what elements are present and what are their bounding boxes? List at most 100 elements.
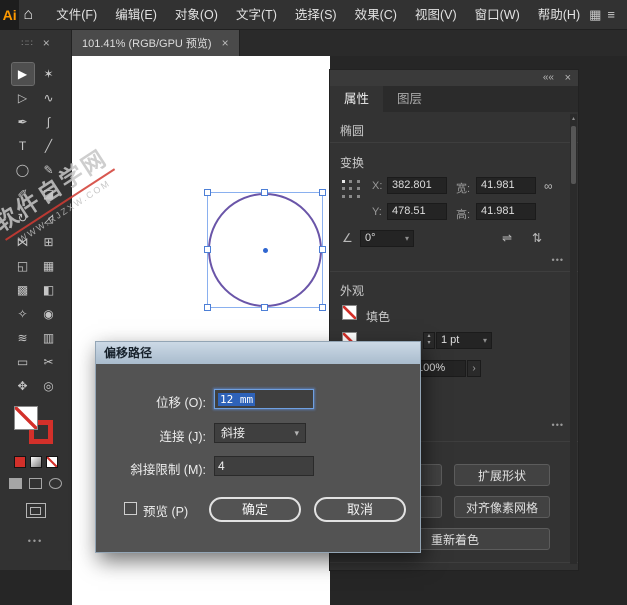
width-label: 宽: xyxy=(456,183,471,195)
offset-input[interactable]: 12 mm xyxy=(214,389,314,409)
selection-handle[interactable] xyxy=(204,246,211,253)
symbol-sprayer-tool[interactable]: ≋ xyxy=(12,327,34,349)
width-field[interactable]: 41.981 xyxy=(476,177,536,194)
lasso-tool[interactable]: ∿ xyxy=(38,87,60,109)
stroke-weight-stepper[interactable]: ▴ ▾ xyxy=(423,332,435,349)
collapse-panel-icon[interactable]: «« xyxy=(543,70,554,86)
gradient-tool[interactable]: ◧ xyxy=(38,279,60,301)
ellipse-tool[interactable]: ◯ xyxy=(12,159,34,181)
artboard-tool[interactable]: ▭ xyxy=(12,351,34,373)
draw-behind-icon[interactable] xyxy=(29,478,42,489)
tab-layers[interactable]: 图层 xyxy=(383,86,436,112)
draw-normal-icon[interactable] xyxy=(9,478,22,489)
eyedropper-tool[interactable]: ✧ xyxy=(12,303,34,325)
shape-builder-tool[interactable]: ◱ xyxy=(12,255,34,277)
dialog-title[interactable]: 偏移路径 xyxy=(96,342,420,364)
flip-horizontal-icon[interactable]: ⇌ xyxy=(502,231,512,245)
type-tool[interactable]: T xyxy=(12,135,34,157)
selection-tool[interactable]: ▶ xyxy=(10,62,35,86)
preview-checkbox[interactable] xyxy=(124,502,137,515)
selection-handle[interactable] xyxy=(204,304,211,311)
x-field[interactable]: 382.801 xyxy=(387,177,447,194)
transform-more-options-icon[interactable]: ••• xyxy=(552,255,564,265)
menu-effect[interactable]: 效果(C) xyxy=(346,0,406,30)
width-tool[interactable]: ⋈ xyxy=(12,231,34,253)
rotate-tool[interactable]: ↻ xyxy=(12,207,34,229)
blend-tool[interactable]: ◉ xyxy=(38,303,60,325)
eraser-tool[interactable]: ◪ xyxy=(38,183,60,205)
selection-handle[interactable] xyxy=(204,189,211,196)
menu-type[interactable]: 文字(T) xyxy=(227,0,286,30)
menu-file[interactable]: 文件(F) xyxy=(47,0,106,30)
tab-properties[interactable]: 属性 xyxy=(330,86,384,112)
none-button[interactable] xyxy=(45,456,58,468)
scale-tool[interactable]: ◿ xyxy=(38,207,60,229)
align-pixel-grid-button[interactable]: 对齐像素网格 xyxy=(454,496,550,518)
pen-tool[interactable]: ✒ xyxy=(12,111,34,133)
screen-mode-icon[interactable] xyxy=(25,503,46,518)
magic-wand-tool[interactable]: ✶ xyxy=(38,63,60,85)
gradient-button[interactable] xyxy=(29,456,42,468)
draw-mode-row xyxy=(9,478,62,489)
panel-scrollbar[interactable]: ▴ xyxy=(570,114,577,564)
home-icon[interactable]: ⌂ xyxy=(19,6,37,24)
menu-edit[interactable]: 编辑(E) xyxy=(106,0,166,30)
column-graph-tool[interactable]: ▥ xyxy=(38,327,60,349)
selection-handle[interactable] xyxy=(319,304,326,311)
fill-color-swatch[interactable] xyxy=(13,406,38,430)
slice-tool[interactable]: ✂ xyxy=(38,351,60,373)
menu-window[interactable]: 窗口(W) xyxy=(466,0,529,30)
mesh-tool[interactable]: ▩ xyxy=(12,279,34,301)
menu-object[interactable]: 对象(O) xyxy=(166,0,227,30)
shaper-tool[interactable]: ✐ xyxy=(12,183,34,205)
close-panel-icon[interactable]: × xyxy=(565,70,571,86)
workspace-switcher-icon[interactable]: ▦ xyxy=(589,7,601,23)
reference-point-grid[interactable] xyxy=(340,178,362,200)
y-field[interactable]: 478.51 xyxy=(387,203,447,220)
fill-swatch[interactable] xyxy=(342,305,357,320)
hand-tool[interactable]: ✥ xyxy=(12,375,34,397)
draw-inside-icon[interactable] xyxy=(49,478,62,489)
menu-help[interactable]: 帮助(H) xyxy=(529,0,589,30)
selection-handle[interactable] xyxy=(261,189,268,196)
color-button[interactable] xyxy=(13,456,26,468)
menu-view[interactable]: 视图(V) xyxy=(406,0,466,30)
height-field[interactable]: 41.981 xyxy=(476,203,536,220)
cancel-button[interactable]: 取消 xyxy=(314,497,406,522)
selection-handle[interactable] xyxy=(261,304,268,311)
illustrator-logo-icon[interactable]: Ai xyxy=(0,0,20,30)
selection-handle[interactable] xyxy=(319,189,326,196)
tools-panel-tab[interactable]: ∷∷ × xyxy=(0,30,72,56)
appearance-more-options-icon[interactable]: ••• xyxy=(552,420,564,430)
join-dropdown[interactable]: 斜接 ▾ xyxy=(214,423,306,443)
curvature-tool[interactable]: ∫ xyxy=(38,111,60,133)
tools-panel-close-icon[interactable]: × xyxy=(43,36,50,50)
opacity-options-icon[interactable]: › xyxy=(467,360,481,377)
direct-selection-tool[interactable]: ▷ xyxy=(12,87,34,109)
miter-limit-input[interactable]: 4 xyxy=(214,456,314,476)
rotation-dropdown[interactable]: 0° ▾ xyxy=(360,230,414,247)
stepper-up-icon[interactable]: ▴ xyxy=(424,333,434,340)
document-close-icon[interactable]: × xyxy=(222,36,229,50)
document-tab-label: 101.41% (RGB/GPU 预览) xyxy=(82,38,212,50)
panel-menu-icon[interactable]: ≡ xyxy=(607,7,615,23)
free-transform-tool[interactable]: ⊞ xyxy=(38,231,60,253)
scrollbar-thumb[interactable] xyxy=(571,126,576,184)
constrain-proportions-icon[interactable]: ∞ xyxy=(544,179,553,193)
ok-button[interactable]: 确定 xyxy=(209,497,301,522)
selection-bounding-box[interactable] xyxy=(204,189,326,311)
perspective-grid-tool[interactable]: ▦ xyxy=(38,255,60,277)
line-segment-tool[interactable]: ╱ xyxy=(38,135,60,157)
expand-shape-button[interactable]: 扩展形状 xyxy=(454,464,550,486)
edit-toolbar-icon[interactable]: ••• xyxy=(28,536,43,546)
flip-vertical-icon[interactable]: ⇅ xyxy=(532,231,542,245)
paintbrush-tool[interactable]: ✎ xyxy=(38,159,60,181)
selection-handle[interactable] xyxy=(319,246,326,253)
menu-select[interactable]: 选择(S) xyxy=(286,0,346,30)
scroll-up-icon[interactable]: ▴ xyxy=(570,114,577,124)
zoom-tool[interactable]: ◎ xyxy=(38,375,60,397)
offset-label: 位移 (O): xyxy=(156,396,206,410)
stroke-weight-dropdown[interactable]: 1 pt ▾ xyxy=(436,332,492,349)
stepper-down-icon[interactable]: ▾ xyxy=(424,340,434,347)
document-tab[interactable]: 101.41% (RGB/GPU 预览) × xyxy=(72,30,240,56)
